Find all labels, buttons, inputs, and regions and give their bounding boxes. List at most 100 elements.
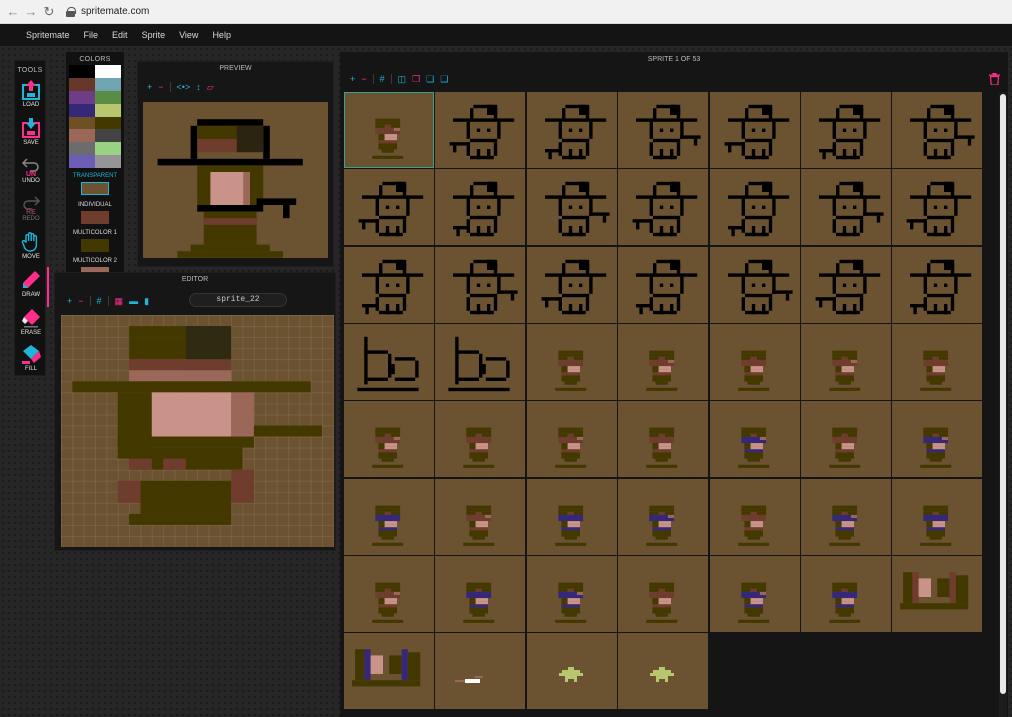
sprite-thumbnail[interactable]	[892, 169, 983, 246]
paste-sprite-icon[interactable]: ❏	[426, 74, 434, 84]
forward-arrow-icon[interactable]: →	[22, 4, 40, 19]
sprite-thumbnail[interactable]	[892, 246, 983, 323]
sprite-thumbnail[interactable]	[801, 246, 891, 323]
color-swatch[interactable]	[69, 77, 95, 91]
sprite-thumbnail[interactable]	[526, 633, 617, 710]
back-arrow-icon[interactable]: ←	[4, 4, 22, 19]
reload-icon[interactable]: ↻	[40, 4, 58, 20]
browser-grid-icon[interactable]: #	[380, 74, 385, 84]
overlay-icon[interactable]: ▱	[207, 82, 214, 92]
fill-tool[interactable]: FILL	[15, 343, 47, 379]
color-swatch[interactable]	[95, 90, 121, 104]
erase-tool[interactable]: ERASE	[15, 307, 47, 343]
new-sprite-icon[interactable]: ◫	[398, 74, 407, 84]
color-swatch[interactable]	[69, 155, 95, 169]
sprite-thumbnail[interactable]	[526, 478, 617, 555]
sprite-thumbnail[interactable]	[526, 169, 617, 246]
sprite-thumbnail[interactable]	[344, 633, 434, 710]
sprite-thumbnail[interactable]	[709, 246, 800, 323]
sprite-thumbnail[interactable]	[344, 555, 434, 632]
load-tool[interactable]: LOAD	[15, 79, 47, 115]
menu-help[interactable]: Help	[212, 30, 231, 40]
color-swatch[interactable]	[95, 142, 121, 156]
sprite-thumbnail[interactable]	[892, 555, 983, 632]
individual-swatch[interactable]	[81, 211, 109, 224]
editor-zoom-out-icon[interactable]: −	[78, 296, 83, 306]
color-swatch[interactable]	[95, 129, 121, 143]
color-swatch[interactable]	[69, 65, 95, 78]
multicolor-toggle-icon[interactable]: ▦	[115, 296, 124, 306]
sprite-thumbnail[interactable]	[435, 478, 526, 555]
editor-zoom-in-icon[interactable]: +	[67, 296, 72, 306]
sprite-thumbnail[interactable]	[801, 478, 891, 555]
sprite-thumbnail[interactable]	[801, 323, 891, 400]
sprite-thumbnail[interactable]	[526, 401, 617, 478]
sprite-thumbnail[interactable]	[709, 478, 800, 555]
menu-file[interactable]: File	[84, 30, 99, 40]
sprite-name-input[interactable]: sprite_22	[189, 293, 287, 307]
zoom-in-icon[interactable]: +	[147, 82, 152, 92]
sprite-thumbnail[interactable]	[892, 401, 983, 478]
color-swatch[interactable]	[69, 129, 95, 143]
sprite-thumbnail[interactable]	[801, 92, 891, 168]
transparent-swatch[interactable]	[81, 182, 109, 195]
sprite-thumbnail[interactable]	[344, 246, 434, 323]
sprite-thumbnail[interactable]	[344, 92, 434, 168]
sprite-thumbnail[interactable]	[435, 323, 526, 400]
sprite-thumbnail[interactable]	[618, 555, 709, 632]
sprite-thumbnail[interactable]	[526, 323, 617, 400]
color-swatch[interactable]	[95, 155, 121, 169]
multicolor1-swatch[interactable]	[81, 239, 109, 252]
sprite-thumbnail[interactable]	[618, 169, 709, 246]
trash-icon[interactable]	[989, 73, 1000, 85]
sprite-thumbnail[interactable]	[526, 555, 617, 632]
grid-toggle-icon[interactable]: #	[97, 296, 102, 306]
zoom-out-icon[interactable]: −	[158, 82, 163, 92]
copy-sprite-icon[interactable]: ❐	[412, 74, 420, 84]
move-tool[interactable]: MOVE	[15, 231, 47, 267]
sprite-thumbnail[interactable]	[618, 323, 709, 400]
expand-x-icon[interactable]: <•>	[177, 82, 191, 92]
sprite-browser-scrollbar[interactable]	[999, 92, 1007, 717]
color-swatch[interactable]	[69, 142, 95, 156]
color-swatch[interactable]	[95, 77, 121, 91]
color-swatch[interactable]	[95, 116, 121, 130]
sprite-thumbnail[interactable]	[709, 555, 800, 632]
save-tool[interactable]: SAVE	[15, 117, 47, 153]
sprite-thumbnail[interactable]	[435, 555, 526, 632]
sprite-thumbnail[interactable]	[435, 246, 526, 323]
sprite-thumbnail[interactable]	[618, 478, 709, 555]
redo-tool[interactable]: RE REDO	[15, 193, 47, 229]
sprite-thumbnail[interactable]	[344, 323, 434, 400]
sprite-thumbnail[interactable]	[435, 92, 526, 168]
url-text[interactable]: spritemate.com	[81, 6, 149, 17]
sprite-thumbnail[interactable]	[709, 92, 800, 168]
expand-y-icon[interactable]: ↕	[196, 82, 201, 92]
sprite-thumbnail[interactable]	[435, 633, 526, 710]
sprite-thumbnail[interactable]	[709, 323, 800, 400]
double-width-icon[interactable]: ▬	[129, 296, 138, 306]
sprite-thumbnail[interactable]	[801, 555, 891, 632]
sprite-thumbnail[interactable]	[526, 92, 617, 168]
color-swatch[interactable]	[69, 116, 95, 130]
sprite-thumbnail[interactable]	[709, 169, 800, 246]
sprite-thumbnail[interactable]	[344, 478, 434, 555]
sprite-thumbnail[interactable]	[709, 401, 800, 478]
duplicate-sprite-icon[interactable]: ❑	[440, 74, 448, 84]
browser-zoom-in-icon[interactable]: +	[350, 74, 355, 84]
sprite-thumbnail[interactable]	[435, 401, 526, 478]
editor-canvas[interactable]	[61, 315, 334, 547]
sprite-thumbnail[interactable]	[344, 169, 434, 246]
undo-tool[interactable]: UN UNDO	[15, 155, 47, 191]
color-swatch[interactable]	[95, 103, 121, 117]
sprite-thumbnail[interactable]	[618, 92, 709, 168]
sprite-thumbnail[interactable]	[344, 401, 434, 478]
draw-tool[interactable]: DRAW	[15, 267, 49, 307]
sprite-thumbnail[interactable]	[618, 246, 709, 323]
sprite-thumbnail[interactable]	[892, 478, 983, 555]
sprite-thumbnail[interactable]	[801, 401, 891, 478]
color-swatch[interactable]	[95, 65, 121, 78]
scroll-thumb[interactable]	[1000, 94, 1006, 694]
browser-zoom-out-icon[interactable]: −	[361, 74, 366, 84]
sprite-thumbnail[interactable]	[618, 401, 709, 478]
